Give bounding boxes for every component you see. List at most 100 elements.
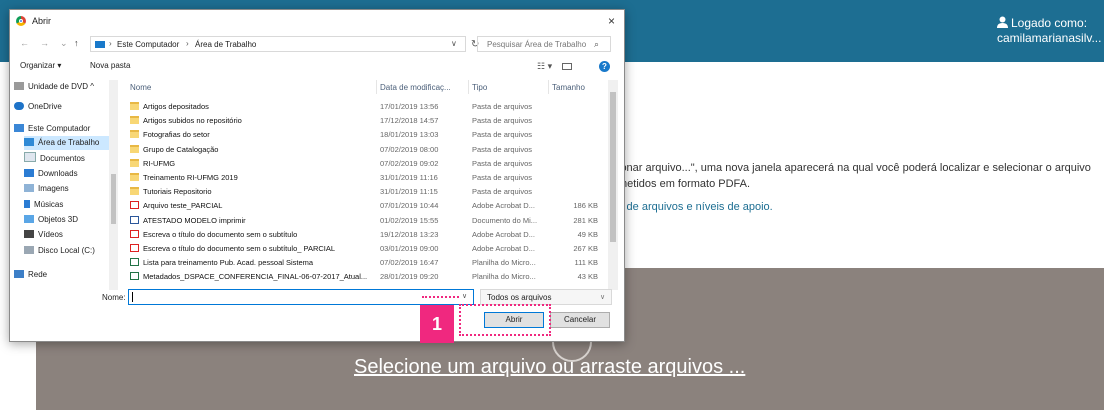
file-size: 281 KB <box>573 215 598 225</box>
search-icon: ⌕ <box>594 39 600 49</box>
nav-label: Vídeos <box>38 230 63 239</box>
nav-item-desktop[interactable]: Área de Trabalho <box>24 136 110 150</box>
file-date: 07/02/2019 08:00 <box>380 144 439 154</box>
file-type-select[interactable]: Todos os arquivos ∨ <box>480 289 612 305</box>
file-name-text: Tutoriais Repositorio <box>143 187 212 197</box>
file-row[interactable]: Lista para treinamento Pub. Acad. pessoa… <box>122 256 612 270</box>
nav-item-network[interactable]: Rede <box>14 268 118 282</box>
nav-label: Músicas <box>34 200 64 209</box>
file-name: Grupo de Catalogação <box>130 143 370 157</box>
column-date[interactable]: Data de modificaç... <box>380 83 451 92</box>
nav-label: Este Computador <box>28 124 91 133</box>
dropzone-label[interactable]: Selecione um arquivo ou arraste arquivos… <box>354 356 745 379</box>
file-date: 18/01/2019 13:03 <box>380 130 439 140</box>
column-divider[interactable] <box>468 80 469 94</box>
folder-icon <box>130 187 139 196</box>
folder-icon <box>130 130 139 139</box>
file-row[interactable]: Artigos subidos no repositório 17/12/2018… <box>122 114 612 128</box>
file-row[interactable]: Escreva o título do documento sem o subt… <box>122 228 612 242</box>
file-row[interactable]: Arquivo teste_PARCIAL 07/01/2019 10:44 Ado… <box>122 199 612 213</box>
forward-arrow-icon[interactable]: → <box>40 38 49 48</box>
file-row[interactable]: Fotografias do setor 18/01/2019 13:03 Past… <box>122 128 612 142</box>
file-row[interactable]: Metadados_DSPACE_CONFERENCIA_FINAL-06-07… <box>122 270 612 284</box>
nav-item-music[interactable]: Músicas <box>24 198 120 212</box>
nav-item-3d-objects[interactable]: Objetos 3D <box>24 213 120 227</box>
nav-item-documents[interactable]: Documentos <box>24 152 120 166</box>
file-date: 07/02/2019 16:47 <box>380 258 439 268</box>
organize-menu[interactable]: Organizar ▾ <box>20 61 61 70</box>
up-arrow-icon[interactable]: ↑ <box>74 38 79 48</box>
file-date: 07/02/2019 09:02 <box>380 158 439 168</box>
dialog-title: Abrir <box>32 16 52 26</box>
close-icon[interactable]: × <box>608 14 615 28</box>
downloads-icon <box>24 169 34 177</box>
file-name: Artigos depositados <box>130 100 370 114</box>
file-row[interactable]: ATESTADO MODELO imprimir 01/02/2019 15:55… <box>122 214 612 228</box>
cloud-icon <box>14 102 24 110</box>
file-name: Metadados_DSPACE_CONFERENCIA_FINAL-06-07… <box>130 270 370 284</box>
search-placeholder: Pesquisar Área de Trabalho <box>487 40 587 49</box>
file-type: Planilha do Micro... <box>472 258 536 268</box>
file-date: 19/12/2018 13:23 <box>380 229 439 239</box>
new-folder-button[interactable]: Nova pasta <box>90 61 130 70</box>
column-size[interactable]: Tamanho <box>552 83 585 92</box>
back-arrow-icon[interactable]: ← <box>20 38 29 48</box>
column-divider[interactable] <box>548 80 549 94</box>
file-type: Pasta de arquivos <box>472 187 533 197</box>
breadcrumb-computer[interactable]: Este Computador <box>117 40 179 49</box>
file-row[interactable]: Tutoriais Repositorio 31/01/2019 11:15 Pas… <box>122 185 612 199</box>
file-name-text: Escreva o título do documento sem o subt… <box>143 229 298 239</box>
file-size: 43 KB <box>577 272 598 282</box>
column-divider[interactable] <box>376 80 377 94</box>
file-list-scrollbar-thumb[interactable] <box>610 92 616 242</box>
file-name-text: Escreva o título do documento sem o subt… <box>143 244 336 253</box>
documents-icon <box>24 152 36 162</box>
nav-label: OneDrive <box>28 102 62 111</box>
file-row[interactable]: RI-UFMG 07/02/2019 09:02 Pasta de arquivos <box>122 157 612 171</box>
file-date: 17/12/2018 14:57 <box>380 116 439 126</box>
column-name[interactable]: Nome <box>130 83 151 92</box>
file-name-text: Artigos subidos no repositório <box>143 116 242 126</box>
nav-item-videos[interactable]: Vídeos <box>24 228 120 242</box>
column-type[interactable]: Tipo <box>472 83 487 92</box>
file-name: RI-UFMG <box>130 157 370 171</box>
preview-pane-icon[interactable] <box>562 63 572 70</box>
user-icon <box>997 16 1008 28</box>
file-name-text: Metadados_DSPACE_CONFERENCIA_FINAL-06-07… <box>143 272 368 282</box>
search-input[interactable]: Pesquisar Área de Trabalho ⌕ <box>477 36 611 52</box>
file-name-text: Grupo de Catalogação <box>143 144 219 154</box>
file-row[interactable]: Grupo de Catalogação 07/02/2019 08:00 Past… <box>122 143 612 157</box>
file-size: 111 KB <box>574 258 599 268</box>
view-options-icon[interactable]: ☷ ▾ <box>537 61 552 72</box>
dialog-titlebar[interactable]: Abrir × <box>10 10 624 32</box>
nav-item-computer[interactable]: Este Computador <box>14 122 118 136</box>
file-row[interactable]: Artigos depositados 17/01/2019 13:56 Pasta… <box>122 100 612 114</box>
chevron-down-icon[interactable]: ∨ <box>451 39 457 48</box>
file-row[interactable]: Treinamento RI-UFMG 2019 31/01/2019 11:16… <box>122 171 612 185</box>
instruction-text-2: metidos em formato PDFA. <box>618 178 751 190</box>
file-row[interactable]: Escreva o título do documento sem o subt… <box>122 242 612 256</box>
breadcrumb-desktop[interactable]: Área de Trabalho <box>195 40 256 49</box>
logged-user-info[interactable]: Logado como: camilamarianasilv... <box>997 16 1101 46</box>
pictures-icon <box>24 184 34 192</box>
nav-item-pictures[interactable]: Imagens <box>24 182 120 196</box>
folder-icon <box>130 158 139 167</box>
text-caret <box>132 292 133 302</box>
nav-scrollbar-thumb[interactable] <box>111 174 116 224</box>
file-type: Planilha do Micro... <box>472 272 536 282</box>
support-levels-link[interactable]: s de arquivos e níveis de apoio. <box>618 201 773 213</box>
nav-item-onedrive[interactable]: OneDrive <box>14 100 118 114</box>
chevron-down-icon[interactable]: ∨ <box>462 292 467 300</box>
nav-item-dvd[interactable]: Unidade de DVD ^ <box>14 80 118 94</box>
file-name: Fotografias do setor <box>130 128 370 142</box>
cancel-button[interactable]: Cancelar <box>550 312 610 328</box>
navigation-pane: Unidade de DVD ^ OneDrive Este Computado… <box>10 80 120 290</box>
nav-item-local-disk[interactable]: Disco Local (C:) <box>24 244 120 258</box>
pdf-icon <box>130 201 139 210</box>
recent-locations-icon[interactable]: ⌄ <box>60 38 68 49</box>
file-name: Escreva o título do documento sem o subt… <box>130 228 370 242</box>
xls-icon <box>130 258 139 267</box>
address-bar[interactable]: › Este Computador › Área de Trabalho ∨ <box>90 36 466 52</box>
help-icon[interactable]: ? <box>599 61 610 72</box>
nav-item-downloads[interactable]: Downloads <box>24 167 120 181</box>
